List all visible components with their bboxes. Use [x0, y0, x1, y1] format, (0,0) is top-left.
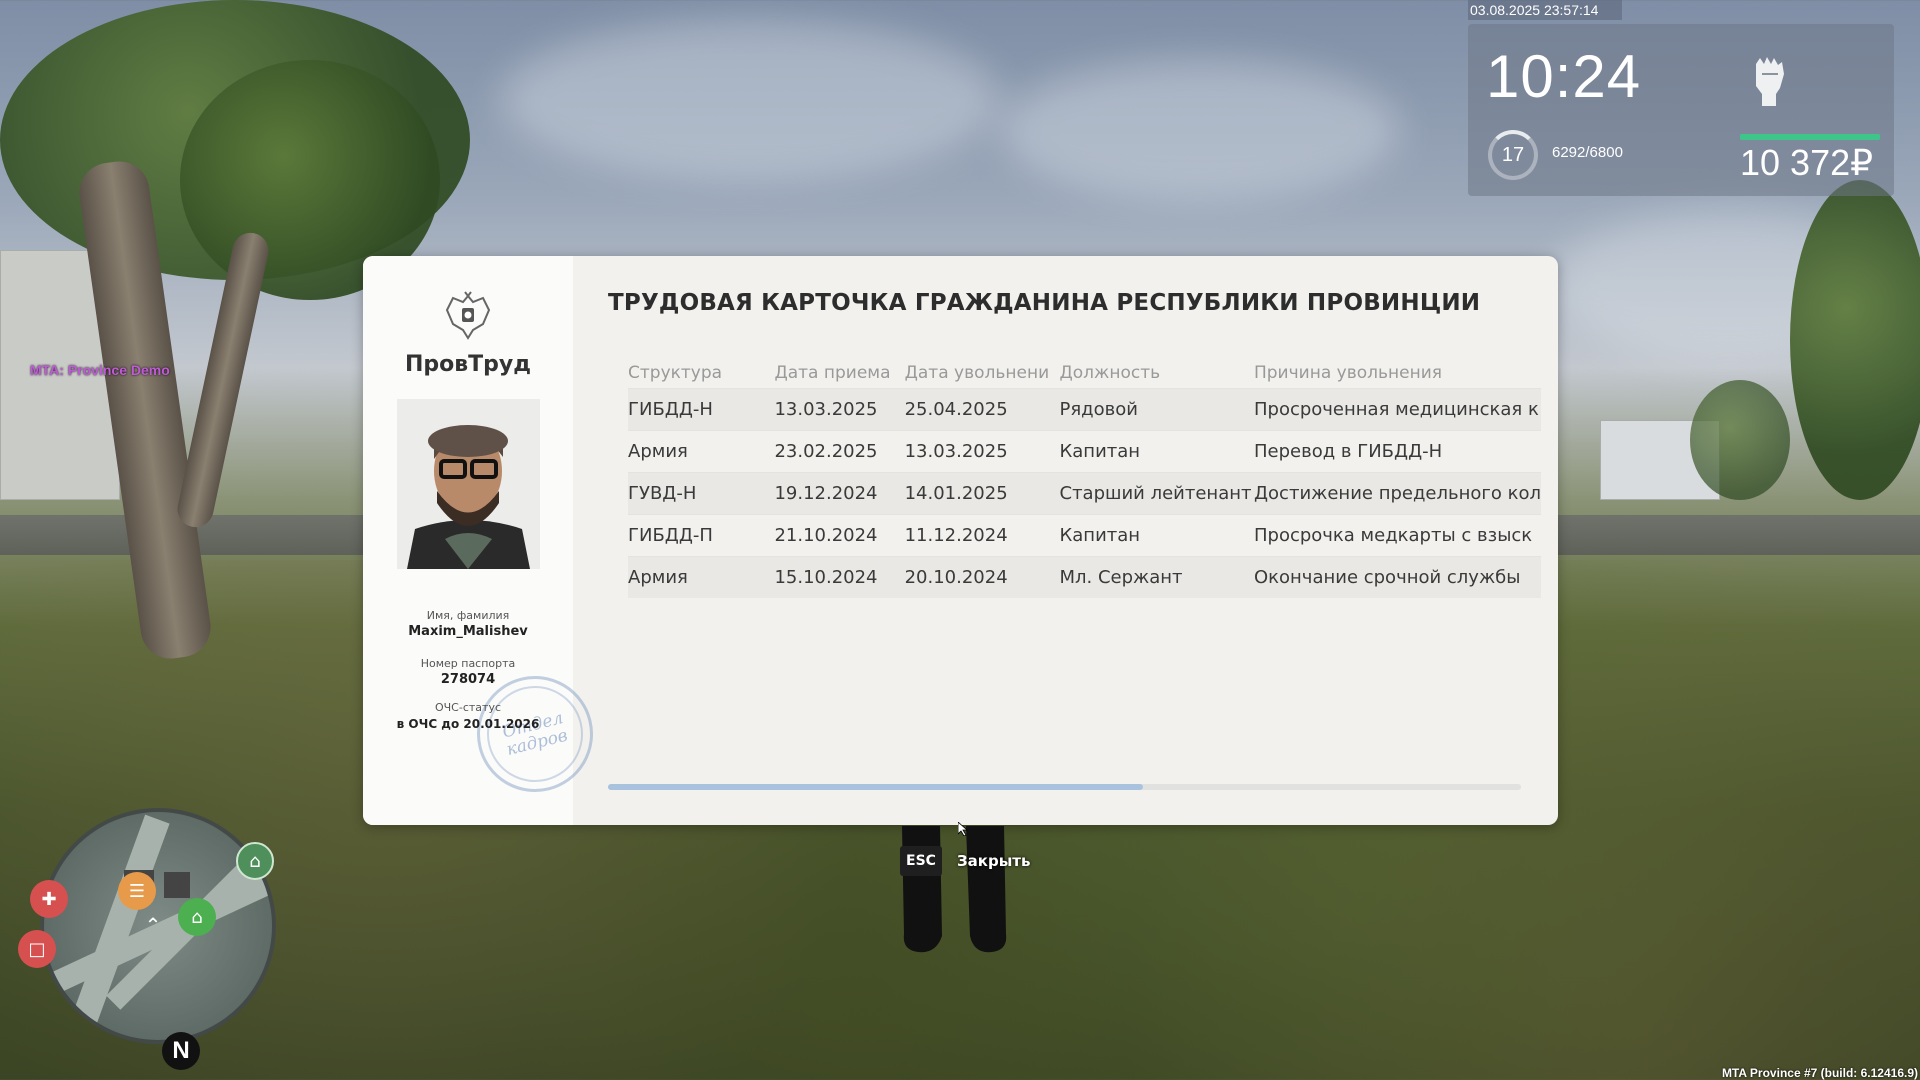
cell-hire-date: 23.02.2025 [774, 429, 905, 472]
column-header-dismissal-reason: Причина увольнения [1253, 363, 1442, 384]
coat-of-arms-icon [445, 291, 491, 340]
cell-reason: Достижение предельного кол [1253, 471, 1541, 514]
horizontal-scrollbar[interactable] [608, 784, 1521, 790]
name-value: Maxim_Malishev [408, 624, 528, 639]
cell-structure: Армия [628, 429, 775, 472]
home-icon[interactable]: ⌂ [178, 898, 216, 936]
status-value: в ОЧС до 20.01.2026 [396, 717, 540, 731]
table-row: ГУВД-Н 19.12.2024 14.01.2025 Старший лей… [628, 471, 1541, 514]
card-title: ТРУДОВАЯ КАРТОЧКА ГРАЖДАНИНА РЕСПУБЛИКИ … [608, 290, 1481, 316]
status-label: ОЧС-статус [434, 701, 501, 714]
cell-position: Мл. Сержант [1059, 555, 1254, 598]
cell-reason: Окончание срочной службы [1253, 555, 1541, 598]
level-value: 17 [1501, 143, 1525, 166]
cell-position: Капитан [1059, 513, 1254, 556]
cell-hire-date: 13.03.2025 [774, 387, 905, 430]
shop-icon[interactable]: ☰ [118, 872, 156, 910]
cell-dismissal-date: 11.12.2024 [904, 513, 1060, 556]
citizen-photo [397, 399, 540, 569]
server-tag: MTA: Province Demo [30, 362, 170, 378]
name-label: Имя, фамилия [426, 609, 510, 622]
money-display: 10 372₽ [1740, 142, 1874, 183]
column-header-dismissal-date: Дата увольнени [904, 363, 1050, 384]
health-bar [1740, 134, 1880, 140]
close-button-label[interactable]: Закрыть [957, 852, 1030, 870]
cell-position: Капитан [1059, 429, 1254, 472]
table-header-row: Структура Дата приема Дата увольнени Дол… [628, 362, 1541, 388]
citizen-profile-panel: ПровТруд Имя, фамилия Maxim_Malishev Ном… [363, 256, 606, 825]
level-indicator: 17 [1488, 130, 1538, 180]
cell-hire-date: 21.10.2024 [774, 513, 905, 556]
cell-reason: Перевод в ГИБДД-Н [1253, 429, 1541, 472]
cell-position: Рядовой [1059, 387, 1254, 430]
build-info: MTA Province #7 (build: 6.12416.9) [1721, 1066, 1918, 1080]
cell-dismissal-date: 14.01.2025 [904, 471, 1060, 514]
hud-clock: 10:24 [1486, 43, 1642, 110]
cell-structure: ГИБДД-П [628, 513, 775, 556]
phone-icon[interactable]: □ [18, 930, 56, 968]
xp-progress: 6292/6800 [1552, 144, 1623, 161]
cell-dismissal-date: 13.03.2025 [904, 429, 1060, 472]
hospital-icon[interactable]: ✚ [30, 880, 68, 918]
cell-structure: ГИБДД-Н [628, 387, 775, 430]
cell-structure: ГУВД-Н [628, 471, 775, 514]
cell-hire-date: 19.12.2024 [774, 471, 905, 514]
cell-dismissal-date: 25.04.2025 [904, 387, 1060, 430]
agency-name: ПровТруд [404, 352, 532, 377]
player-arrow-icon: ⌃ [144, 913, 162, 937]
table-row: ГИБДД-Н 13.03.2025 25.04.2025 Рядовой Пр… [628, 387, 1541, 430]
passport-label: Номер паспорта [420, 657, 516, 670]
fist-icon [1756, 57, 1784, 106]
scrollbar-thumb[interactable] [608, 784, 1144, 790]
cell-reason: Просрочка медкарты с взыск [1253, 513, 1541, 556]
employment-card-dialog: ПровТруд Имя, фамилия Maxim_Malishev Ном… [363, 256, 1558, 825]
cell-structure: Армия [628, 555, 775, 598]
mouse-cursor-icon [958, 822, 968, 836]
employment-history-table[interactable]: Структура Дата приема Дата увольнени Дол… [628, 362, 1541, 662]
table-row: Армия 15.10.2024 20.10.2024 Мл. Сержант … [628, 555, 1541, 598]
hud-panel: 10:24 17 6292/6800 10 372₽ [1468, 24, 1894, 196]
table-row: Армия 23.02.2025 13.03.2025 Капитан Пере… [628, 429, 1541, 472]
column-header-structure: Структура [628, 363, 723, 384]
esc-key-hint[interactable]: ESC [900, 846, 942, 876]
column-header-position: Должность [1059, 363, 1161, 384]
column-header-hire-date: Дата приема [774, 363, 891, 384]
cell-hire-date: 15.10.2024 [774, 555, 905, 598]
cell-dismissal-date: 20.10.2024 [904, 555, 1060, 598]
north-compass-icon: N [162, 1032, 200, 1070]
cell-reason: Просроченная медицинская к [1253, 387, 1541, 430]
datetime-stamp: 03.08.2025 23:57:14 [1468, 0, 1622, 20]
table-row: ГИБДД-П 21.10.2024 11.12.2024 Капитан Пр… [628, 513, 1541, 556]
cell-position: Старший лейтенант [1059, 471, 1254, 514]
bank-icon[interactable]: ⌂ [236, 842, 274, 880]
